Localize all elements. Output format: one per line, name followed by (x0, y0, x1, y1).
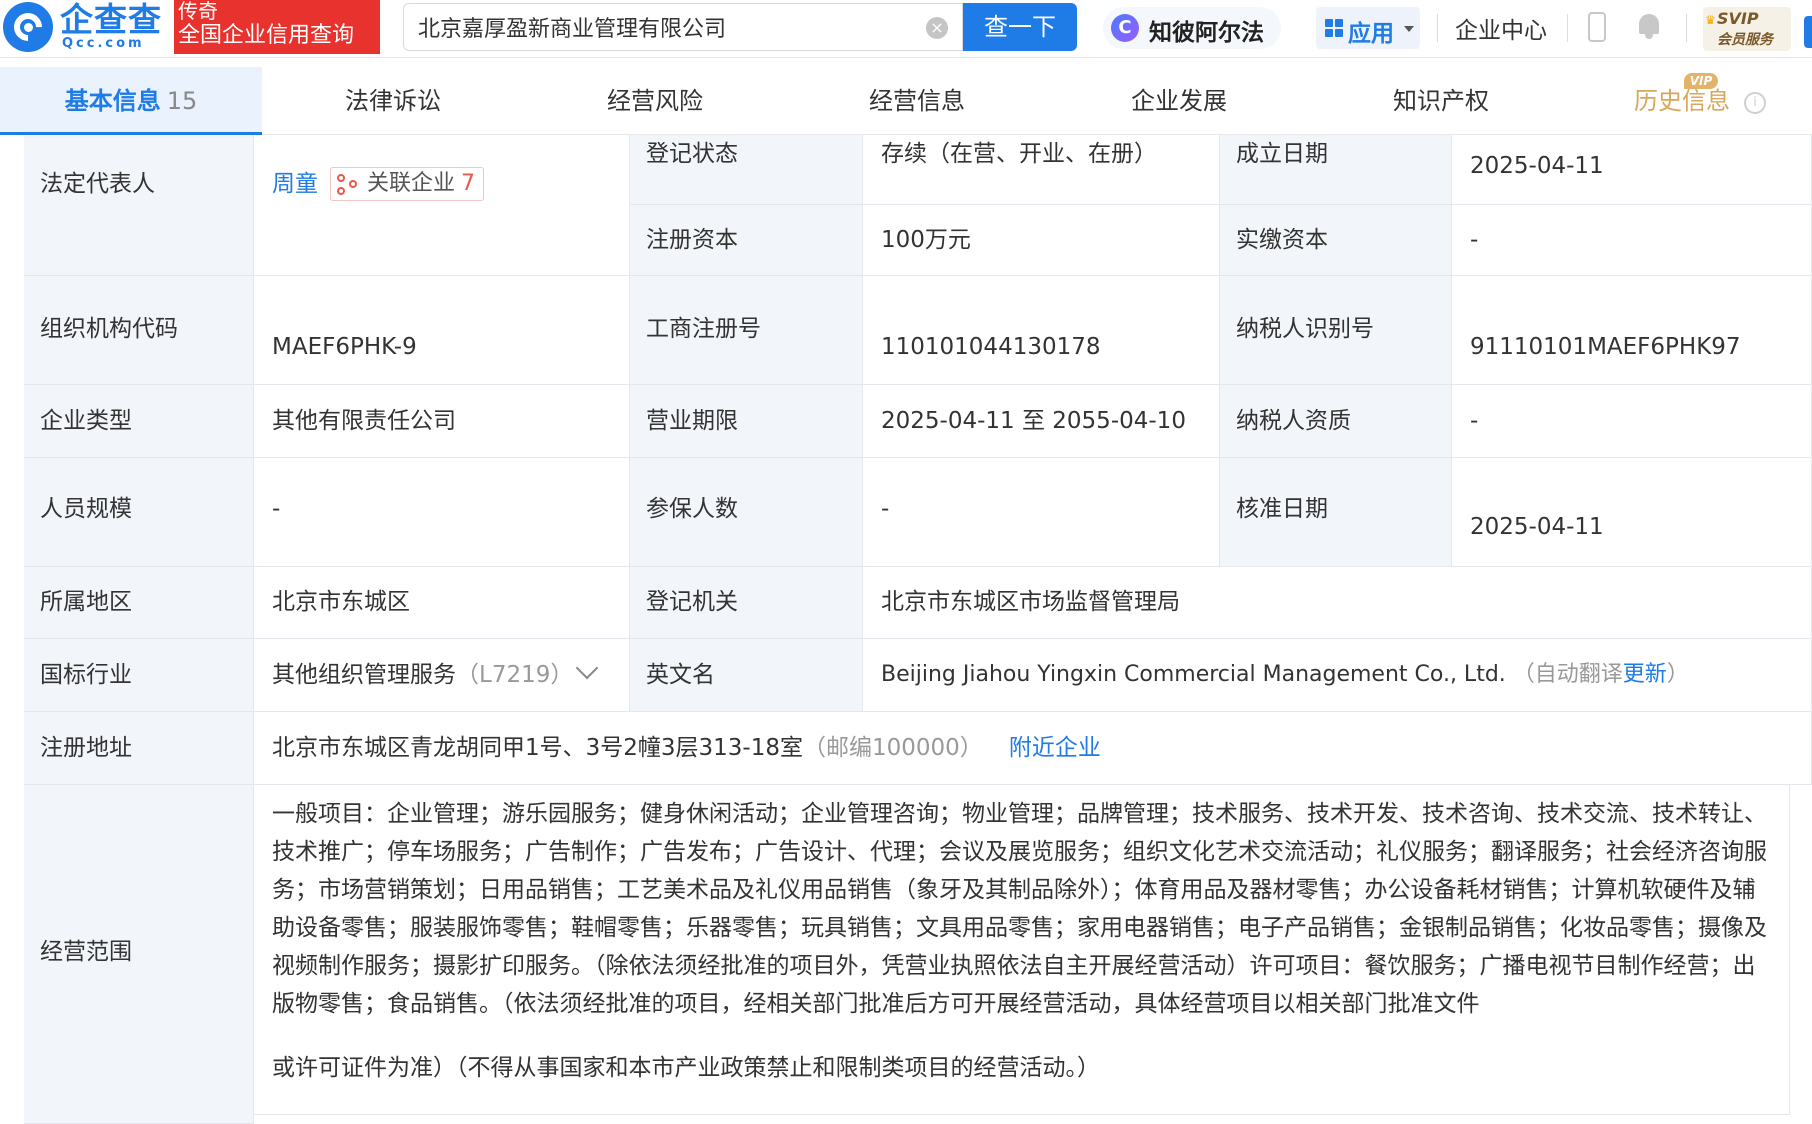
reg-authority-value: 北京市东城区市场监督管理局 (863, 567, 1812, 639)
search-input[interactable] (418, 12, 908, 42)
english-name-cell: Beijing Jiahou Yingxin Commercial Manage… (863, 639, 1812, 712)
tab-basic-info[interactable]: 基本信息 15 (0, 67, 262, 135)
auto-translate-note: （自动翻译 (1512, 662, 1623, 687)
top-navigation-bar: 企查查 Qcc.com 传奇 全国企业信用查询 × 查一下 C 知彼阿尔法 应用… (0, 0, 1812, 58)
reg-address-label: 注册地址 (24, 712, 254, 785)
clear-search-icon[interactable]: × (926, 17, 948, 39)
enterprise-center-link[interactable]: 企业中心 (1455, 11, 1547, 45)
side-panel-icon[interactable] (1804, 16, 1812, 48)
industry-value: 其他组织管理服务 (272, 662, 456, 688)
related-network-icon (337, 174, 359, 196)
business-scope-label: 经营范围 (24, 785, 254, 1124)
apps-menu-button[interactable]: 应用 (1316, 7, 1420, 49)
company-type-label: 企业类型 (24, 385, 254, 458)
auto-translate-close: ） (1666, 662, 1689, 687)
svip-member-button[interactable]: ♛ SVIP 会员服务 (1703, 7, 1791, 51)
info-icon[interactable]: i (1744, 92, 1766, 114)
tab-business-info[interactable]: 经营信息 (786, 67, 1048, 135)
tab-business-risk[interactable]: 经营风险 (524, 67, 786, 135)
taxpayer-qual-value: - (1452, 385, 1812, 458)
paid-capital-label: 实缴资本 (1220, 205, 1452, 276)
english-name-value: Beijing Jiahou Yingxin Commercial Manage… (881, 662, 1506, 687)
divider (1437, 14, 1438, 42)
taxpayer-id-label: 纳税人识别号 (1220, 276, 1452, 385)
legal-rep-name-link[interactable]: 周童 (272, 165, 318, 203)
approved-date-label: 核准日期 (1220, 458, 1452, 567)
notification-bell-icon[interactable] (1636, 12, 1662, 40)
crown-icon: ♛ (1705, 13, 1716, 27)
promo-badge-line2: 全国企业信用查询 (178, 23, 355, 48)
business-term-label: 营业期限 (630, 385, 863, 458)
business-scope-text: 一般项目：企业管理；游乐园服务；健身休闲活动；企业管理咨询；物业管理；品牌管理；… (272, 801, 1767, 1017)
business-term-value: 2025-04-11 至 2055-04-10 (863, 385, 1220, 458)
insured-count-label: 参保人数 (630, 458, 863, 567)
zhibi-alpha-icon: C (1111, 14, 1139, 42)
org-code-label: 组织机构代码 (24, 276, 254, 385)
apps-menu-label: 应用 (1348, 21, 1394, 47)
industry-cell[interactable]: 其他组织管理服务（L7219） (254, 639, 630, 712)
company-type-value: 其他有限责任公司 (254, 385, 630, 458)
reg-capital-value: 100万元 (863, 205, 1220, 276)
mobile-app-icon[interactable] (1588, 12, 1606, 42)
legal-rep-cell (254, 135, 630, 276)
tab-count: 15 (166, 87, 198, 115)
reg-capital-label: 注册资本 (630, 205, 863, 276)
paid-capital-value: - (1452, 205, 1812, 276)
reg-status-value: 存续（在营、开业、在册） (863, 135, 1220, 205)
apps-grid-icon (1325, 19, 1343, 37)
qcc-logo-icon[interactable] (3, 2, 53, 52)
nearby-companies-link[interactable]: 附近企业 (1009, 735, 1101, 761)
tab-label: 基本信息 (64, 87, 161, 115)
legal-rep-label: 法定代表人 (24, 135, 254, 276)
divider (1567, 14, 1568, 42)
tab-development[interactable]: 企业发展 (1048, 67, 1310, 135)
zhibi-alpha-button[interactable]: C 知彼阿尔法 (1103, 7, 1281, 49)
tab-intellectual-property[interactable]: 知识产权 (1310, 67, 1572, 135)
staff-size-label: 人员规模 (24, 458, 254, 567)
industry-label: 国标行业 (24, 639, 254, 712)
industry-code: （L7219） (456, 662, 574, 688)
logo-subtitle: Qcc.com (62, 36, 145, 51)
related-companies-tag[interactable]: 关联企业 7 (330, 167, 485, 201)
svip-label: SVIP (1717, 9, 1759, 28)
zhibi-alpha-label: 知彼阿尔法 (1149, 20, 1264, 46)
divider (1686, 14, 1687, 42)
reg-address-value: 北京市东城区青龙胡同甲1号、3号2幢3层313-18室 (272, 735, 803, 761)
caret-down-icon (1404, 26, 1414, 32)
insured-count-value: - (863, 458, 1220, 567)
vip-badge: VIP (1684, 73, 1718, 89)
update-translation-link[interactable]: 更新 (1623, 662, 1667, 687)
taxpayer-id-value: 91110101MAEF6PHK97 (1452, 276, 1812, 385)
related-companies-count: 7 (461, 171, 476, 196)
taxpayer-qual-label: 纳税人资质 (1220, 385, 1452, 458)
search-button[interactable]: 查一下 (963, 3, 1077, 51)
approved-date-value: 2025-04-11 (1452, 458, 1812, 567)
founded-value: 2025-04-11 (1452, 135, 1812, 205)
biz-reg-no-label: 工商注册号 (630, 276, 863, 385)
biz-reg-no-value: 110101044130178 (863, 276, 1220, 385)
postcode: （邮编100000） (803, 735, 983, 761)
section-tabs: 基本信息 15 法律诉讼 经营风险 经营信息 企业发展 知识产权 历史信息 VIP… (0, 67, 1812, 135)
business-scope-tail: 或许可证件为准）（不得从事国家和本市产业政策禁止和限制类项目的经营活动。） (272, 1055, 1100, 1081)
reg-authority-label: 登记机关 (630, 567, 863, 639)
region-value: 北京市东城区 (254, 567, 630, 639)
english-name-label: 英文名 (630, 639, 863, 712)
search-box: × (403, 3, 963, 51)
tab-legal-litigation[interactable]: 法律诉讼 (262, 67, 524, 135)
region-label: 所属地区 (24, 567, 254, 639)
reg-status-label: 登记状态 (630, 135, 863, 205)
staff-size-value: - (254, 458, 630, 567)
svip-subtitle: 会员服务 (1717, 32, 1773, 48)
promo-badge[interactable]: 传奇 全国企业信用查询 (174, 0, 380, 54)
founded-label: 成立日期 (1220, 135, 1452, 205)
related-companies-label: 关联企业 (367, 171, 456, 196)
org-code-value: MAEF6PHK-9 (254, 276, 630, 385)
logo-text[interactable]: 企查查 (60, 2, 162, 38)
reg-address-cell: 北京市东城区青龙胡同甲1号、3号2幢3层313-18室（邮编100000） 附近企… (254, 712, 1812, 785)
business-scope-value: 一般项目：企业管理；游乐园服务；健身休闲活动；企业管理咨询；物业管理；品牌管理；… (254, 785, 1790, 1115)
promo-badge-line1: 传奇 (178, 0, 218, 23)
